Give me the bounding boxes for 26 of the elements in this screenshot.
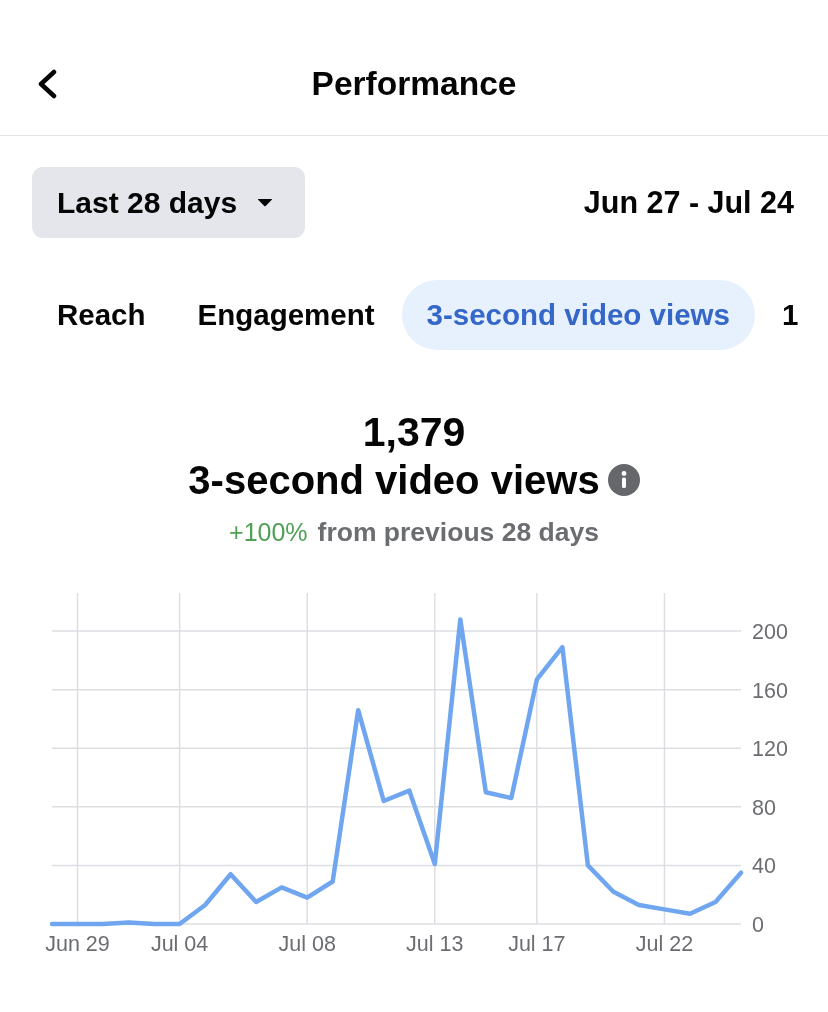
metric-title: 3-second video views: [188, 457, 600, 504]
change-percent: +100%: [229, 517, 308, 547]
y-axis-label: 0: [752, 913, 764, 937]
metric-tab[interactable]: Reach: [32, 280, 171, 350]
metric-tab[interactable]: 3-second video views: [401, 280, 755, 350]
metric-tab[interactable]: 1: [756, 280, 824, 350]
metric-tab[interactable]: Engagement: [172, 280, 400, 350]
x-axis-label: Jul 17: [508, 932, 566, 956]
x-axis-label: Jul 22: [635, 932, 694, 956]
x-axis-label: Jun 29: [45, 932, 110, 956]
y-axis-label: 40: [752, 854, 776, 879]
y-axis-label: 200: [752, 620, 788, 645]
back-icon: [36, 68, 58, 99]
x-axis-label: Jul 13: [406, 932, 464, 956]
date-range-text: Jun 27 - Jul 24: [583, 185, 794, 220]
y-axis-label: 120: [752, 737, 788, 762]
x-axis-label: Jul 08: [278, 932, 336, 956]
date-range-dropdown[interactable]: Last 28 days: [32, 167, 305, 238]
total-value: 1,379: [362, 408, 466, 456]
comparison-text: from previous 28 days: [317, 516, 599, 548]
caret-down-icon: [257, 198, 273, 207]
x-axis-label: Jul 04: [150, 932, 209, 956]
y-axis-label: 80: [752, 795, 776, 820]
info-icon[interactable]: [607, 464, 640, 496]
page-title: Performance: [311, 63, 517, 104]
y-axis-label: 160: [752, 678, 788, 703]
